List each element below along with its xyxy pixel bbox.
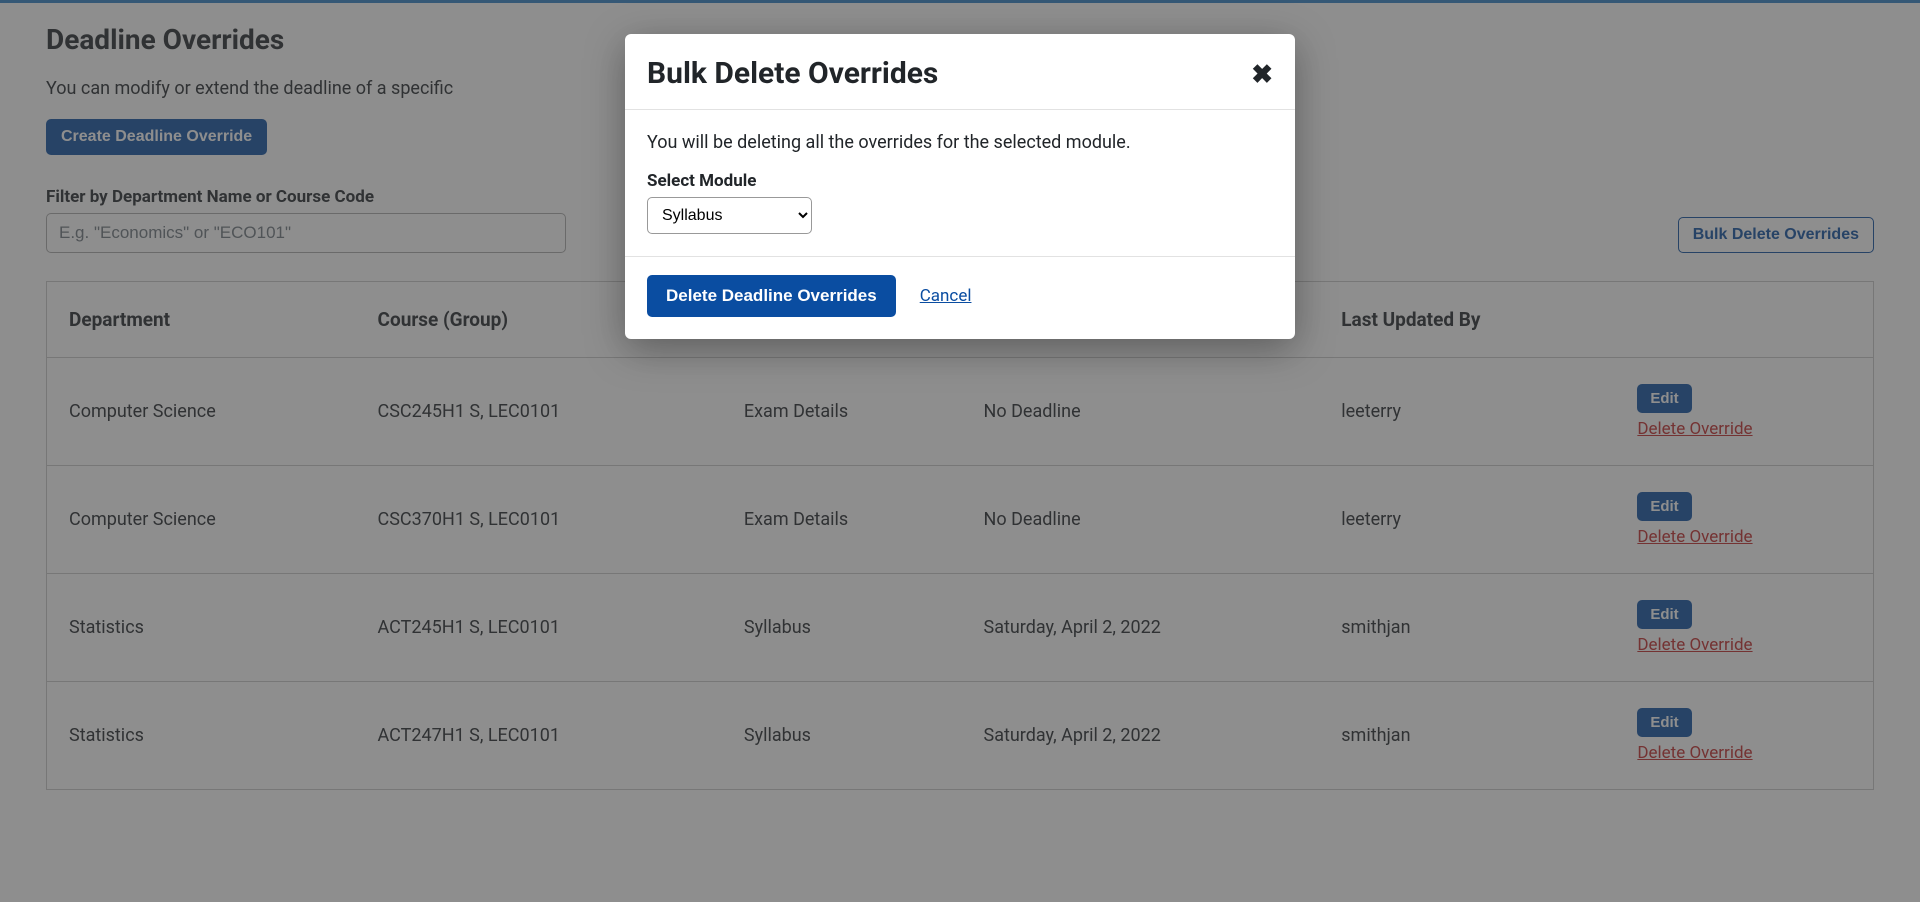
select-module-dropdown[interactable]: SyllabusExam Details [647,197,812,234]
modal-footer: Delete Deadline Overrides Cancel [625,256,1295,339]
cancel-link[interactable]: Cancel [920,286,972,306]
select-module-label: Select Module [647,171,1273,191]
bulk-delete-modal: Bulk Delete Overrides ✖ You will be dele… [625,34,1295,339]
modal-body: You will be deleting all the overrides f… [625,110,1295,256]
modal-title: Bulk Delete Overrides [647,56,938,91]
modal-body-text: You will be deleting all the overrides f… [647,132,1273,153]
modal-header: Bulk Delete Overrides ✖ [625,34,1295,110]
close-icon[interactable]: ✖ [1251,61,1273,87]
delete-deadline-overrides-button[interactable]: Delete Deadline Overrides [647,275,896,317]
